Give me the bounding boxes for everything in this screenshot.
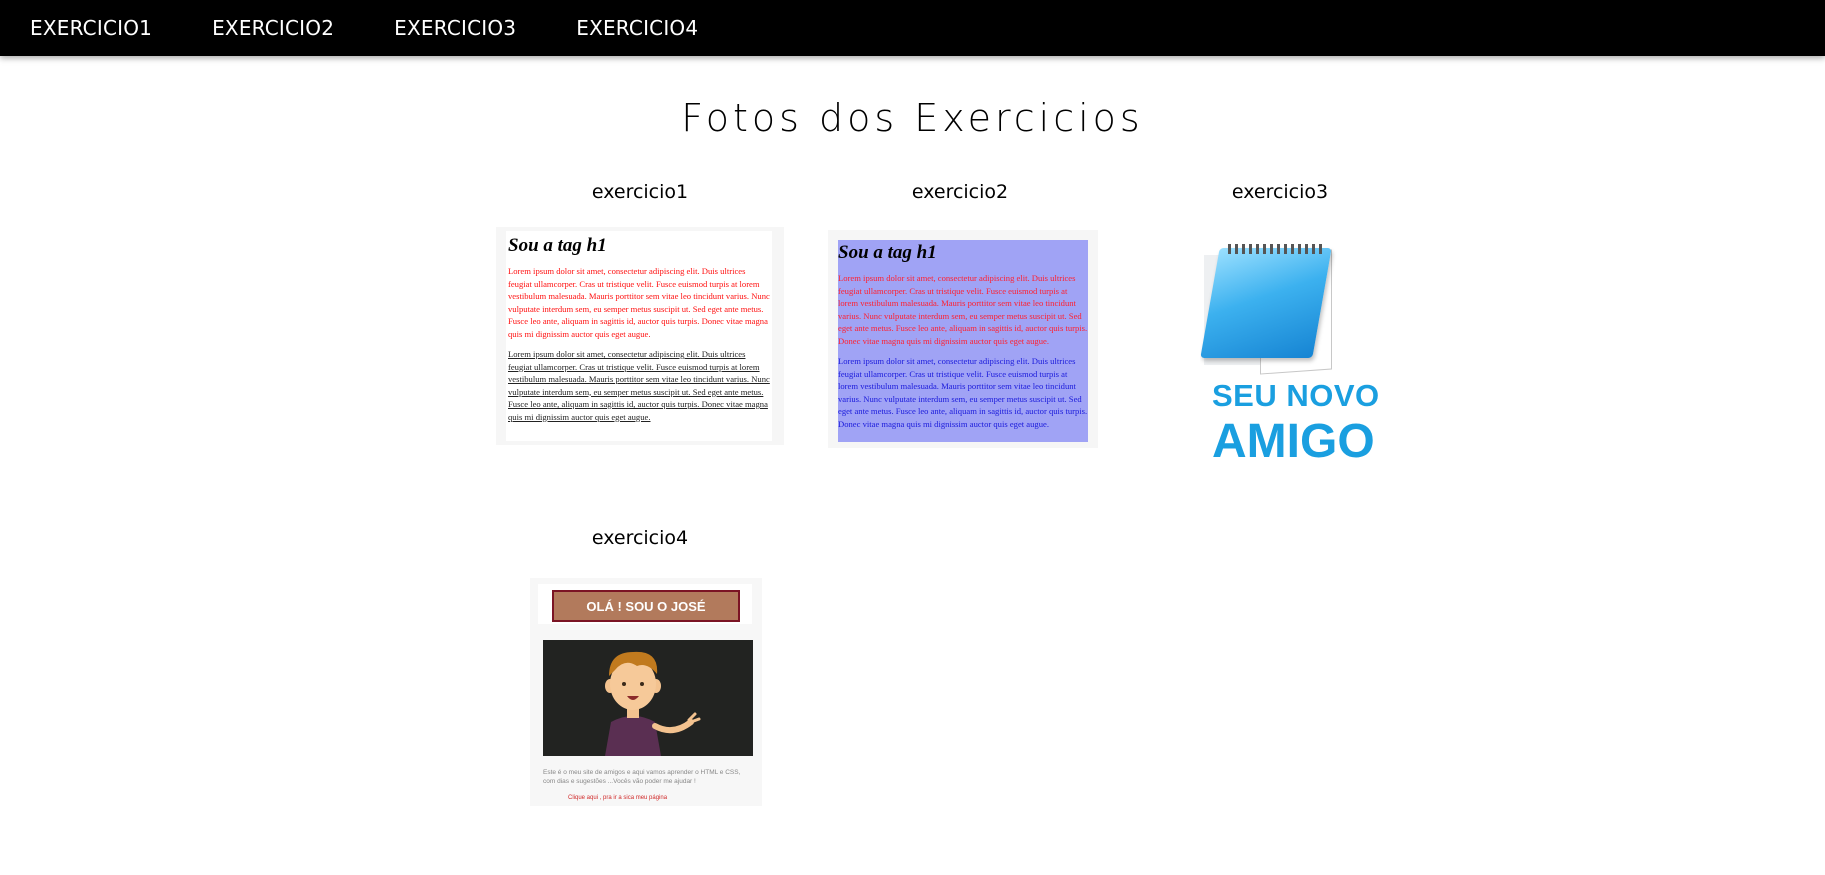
exercicio4-greeting-button: OLÁ ! SOU O JOSÉ [552, 590, 740, 622]
card-title-exercicio2: exercicio2 [911, 181, 1009, 203]
exercicio2-page: Sou a tag h1 Lorem ipsum dolor sit amet,… [838, 240, 1088, 442]
exercicio1-screenshot[interactable]: Sou a tag h1 Lorem ipsum dolor sit amet,… [496, 227, 784, 445]
exercicio3-tagline-top: SEU NOVO [1212, 378, 1380, 413]
exercicio4-cartoon-scene [543, 640, 753, 756]
nav-link-exercicio4[interactable]: EXERCICIO4 [576, 16, 698, 40]
exercicio1-heading: Sou a tag h1 [508, 235, 607, 256]
exercicio2-heading: Sou a tag h1 [838, 242, 937, 263]
exercicio2-paragraph-blue: Lorem ipsum dolor sit amet, consectetur … [838, 356, 1088, 429]
top-navbar: EXERCICIO1 EXERCICIO2 EXERCICIO3 EXERCIC… [0, 0, 1825, 56]
exercicio2-paragraph-red: Lorem ipsum dolor sit amet, consectetur … [838, 273, 1088, 346]
exercicio4-link: Clique aqui , pra ir a sica meu página [568, 795, 668, 801]
nav-link-exercicio3[interactable]: EXERCICIO3 [394, 16, 516, 40]
cartoon-boy-icon [605, 651, 701, 756]
exercicio1-paragraph-underlined: Lorem ipsum dolor sit amet, consectetur … [508, 349, 770, 422]
notepad-icon [1200, 248, 1332, 358]
exercicio4-paragraph: Este é o meu site de amigos e aqui vamos… [543, 769, 741, 785]
exercicio3-screenshot[interactable]: SEU NOVO AMIGO [1200, 238, 1385, 468]
notepad-spiral [1228, 244, 1324, 254]
exercicio1-paragraph-red: Lorem ipsum dolor sit amet, consectetur … [508, 266, 770, 339]
exercicio3-tagline-bottom: AMIGO [1212, 415, 1375, 468]
exercicio4-screenshot[interactable]: OLÁ ! SOU O JOSÉ Este é o meu site de am… [530, 578, 762, 806]
page-title: Fotos dos Exercicios [681, 96, 1144, 140]
exercicio1-page: Sou a tag h1 Lorem ipsum dolor sit amet,… [506, 231, 772, 441]
exercicio2-screenshot[interactable]: Sou a tag h1 Lorem ipsum dolor sit amet,… [828, 230, 1098, 448]
card-title-exercicio3: exercicio3 [1231, 181, 1329, 203]
card-title-exercicio4: exercicio4 [591, 527, 689, 549]
nav-link-exercicio2[interactable]: EXERCICIO2 [212, 16, 334, 40]
nav-link-exercicio1[interactable]: EXERCICIO1 [30, 16, 152, 40]
card-title-exercicio1: exercicio1 [591, 181, 689, 203]
